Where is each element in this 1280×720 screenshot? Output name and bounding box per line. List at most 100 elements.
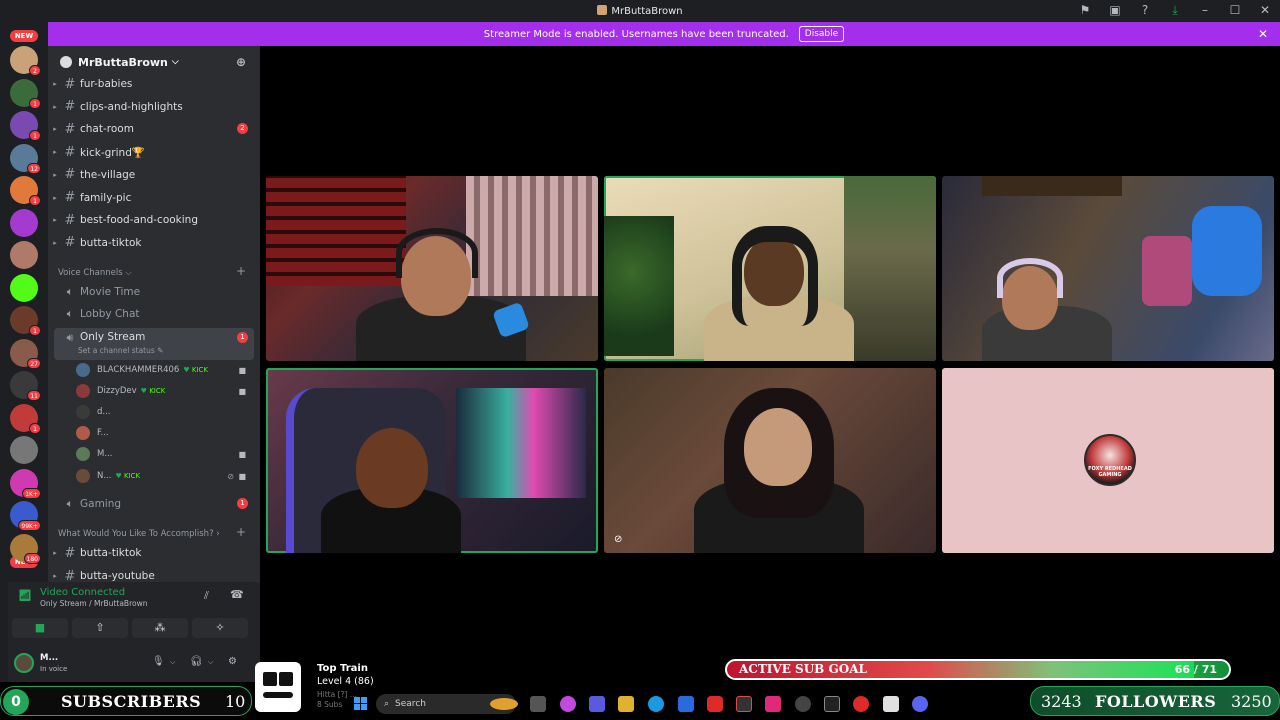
channel-label: Lobby Chat — [80, 308, 140, 320]
disable-streamer-mode-button[interactable]: Disable — [798, 26, 845, 42]
server-icon[interactable] — [10, 273, 38, 302]
server-icon[interactable] — [10, 208, 38, 237]
video-tile-3[interactable] — [942, 176, 1274, 361]
app-red-icon[interactable] — [853, 696, 869, 712]
server-icon[interactable]: 2 — [10, 46, 41, 76]
microphone-icon[interactable]: 🎙︎ — [152, 656, 165, 667]
voice-status-title[interactable]: Video Connected — [40, 587, 125, 598]
voice-channel-gaming[interactable]: 🔈︎ Gaming 1 — [48, 494, 260, 514]
widget-icon[interactable] — [490, 698, 518, 710]
chevron-down-icon[interactable]: ⌵ — [170, 658, 175, 667]
server-icon[interactable]: 1 — [10, 176, 41, 206]
server-icon[interactable]: 99K+ — [10, 501, 41, 531]
add-voice-channel-icon[interactable]: + — [236, 264, 246, 278]
tiktok-icon[interactable] — [765, 696, 781, 712]
soundboard-button[interactable]: ✧ — [192, 618, 248, 638]
minimize-button[interactable]: – — [1198, 3, 1212, 18]
video-tile-4[interactable] — [266, 368, 598, 553]
server-icon[interactable]: 11 — [10, 371, 41, 401]
banner-close-icon[interactable]: ✕ — [1258, 27, 1268, 41]
server-icon[interactable] — [10, 241, 38, 269]
avatar[interactable] — [14, 653, 34, 673]
server-icon[interactable]: 1 — [10, 403, 41, 434]
flag-icon[interactable]: ⚑ — [1078, 3, 1092, 18]
headphones-icon[interactable]: 🎧︎ — [190, 656, 203, 667]
text-channel[interactable]: ▸ # clips-and-highlights — [48, 97, 260, 117]
voice-user-name: d... — [97, 407, 111, 417]
voice-user[interactable]: N... ♥ KICK ⊘ ■ — [76, 466, 254, 486]
capcut-icon[interactable] — [883, 696, 899, 712]
teams-icon[interactable] — [589, 696, 605, 712]
xbox-icon[interactable] — [736, 696, 752, 712]
voice-channel-lobby-chat[interactable]: 🔈︎ Lobby Chat — [48, 304, 260, 324]
server-icon[interactable]: 12 — [10, 143, 41, 174]
voice-user[interactable]: M... ■ — [76, 444, 254, 464]
activities-button[interactable]: ⁂ — [132, 618, 188, 638]
inbox-icon[interactable]: ▣ — [1108, 3, 1122, 18]
channel-butta-youtube[interactable]: ▸ # butta-youtube — [48, 566, 260, 583]
followers-current: 3243 — [1041, 692, 1082, 711]
camera-button[interactable]: ■ — [12, 618, 68, 638]
terminal-icon[interactable] — [530, 696, 546, 712]
hashtag-icon: # — [64, 545, 76, 561]
download-icon[interactable]: ⤓ — [1168, 3, 1182, 18]
screen-share-button[interactable]: ⇧ — [72, 618, 128, 638]
text-channel[interactable]: ▸ # the-village — [48, 165, 260, 185]
video-tile-5[interactable]: ⊘ — [604, 368, 936, 553]
windows-start-icon[interactable] — [354, 697, 367, 710]
store-icon[interactable] — [678, 696, 694, 712]
channel-status-hint[interactable]: Set a channel status ✎ — [78, 346, 163, 355]
video-tile-1[interactable] — [266, 176, 598, 361]
voice-connection-panel: 📶︎ Video Connected Only Stream / MrButta… — [8, 582, 260, 682]
server-icon[interactable]: 1 — [10, 78, 41, 109]
server-icon[interactable]: 27 — [10, 338, 41, 369]
server-icon[interactable]: 1 — [10, 111, 41, 141]
add-member-icon[interactable]: ⊕ — [236, 55, 246, 69]
text-channel[interactable]: ▸ # family-pic — [48, 188, 260, 208]
cod-icon[interactable] — [824, 696, 840, 712]
maximize-button[interactable]: ☐ — [1228, 3, 1242, 18]
channel-label: butta-youtube — [80, 570, 155, 582]
video-tile-2[interactable] — [604, 176, 936, 361]
server-icon[interactable] — [10, 436, 38, 464]
add-channel-icon[interactable]: + — [236, 525, 246, 539]
obs-icon[interactable] — [795, 696, 811, 712]
voice-user[interactable]: BLACKHAMMER406 ♥ KICK ■ — [76, 360, 254, 380]
noise-suppression-icon[interactable]: ⫽ — [204, 589, 209, 603]
voice-channels-category[interactable]: Voice Channels ⌵ — [58, 268, 132, 278]
kick-badge: ♥ KICK — [183, 366, 208, 374]
avatar: FOXY REDHEAD GAMING — [1084, 434, 1136, 486]
gear-icon[interactable]: ⚙ — [228, 656, 237, 667]
person-hair — [732, 226, 818, 326]
text-channel[interactable]: ▸ # fur-babies — [48, 74, 260, 94]
close-window-button[interactable]: ✕ — [1258, 3, 1272, 18]
voice-channel-movie-time[interactable]: 🔈︎ Movie Time — [48, 282, 260, 302]
server-icon[interactable]: 1 — [10, 306, 41, 336]
hashtag-icon: # — [64, 235, 76, 251]
accomplish-category[interactable]: What Would You Like To Accomplish? › — [58, 529, 220, 539]
server-icon[interactable]: 180 — [10, 533, 41, 564]
server-icon[interactable]: 1K+ — [10, 468, 41, 499]
voice-channel-only-stream[interactable]: 🔊︎ Only Stream 1 — [54, 328, 254, 360]
help-icon[interactable]: ? — [1138, 3, 1152, 18]
file-explorer-icon[interactable] — [618, 696, 634, 712]
youtube-icon[interactable] — [707, 696, 723, 712]
text-channel[interactable]: ▸ # kick-grind🏆 — [48, 142, 260, 162]
camera-icon: ■ — [238, 365, 246, 375]
video-tile-6-avatar[interactable]: FOXY REDHEAD GAMING — [942, 368, 1274, 553]
text-channel[interactable]: ▸ # butta-tiktok — [48, 233, 260, 253]
voice-user[interactable]: DizzyDev ♥ KICK ■ — [76, 381, 254, 401]
server-name: MrButtaBrown — [78, 55, 168, 69]
chevron-down-icon[interactable]: ⌵ — [208, 658, 213, 667]
copilot-icon[interactable] — [560, 696, 576, 712]
discord-icon[interactable] — [912, 696, 928, 712]
voice-user-name: DizzyDev — [97, 386, 137, 396]
disconnect-icon[interactable]: ☎ — [230, 588, 244, 601]
voice-user[interactable]: F... — [76, 423, 254, 443]
text-channel[interactable]: ▸ # chat-room 2 — [48, 119, 260, 139]
text-channel[interactable]: ▸ # best-food-and-cooking — [48, 210, 260, 230]
voice-user[interactable]: d... — [76, 402, 254, 422]
edge-icon[interactable] — [648, 696, 664, 712]
channel-butta-tiktok-2[interactable]: ▸ # butta-tiktok — [48, 543, 260, 563]
user-name[interactable]: M... — [40, 653, 58, 663]
